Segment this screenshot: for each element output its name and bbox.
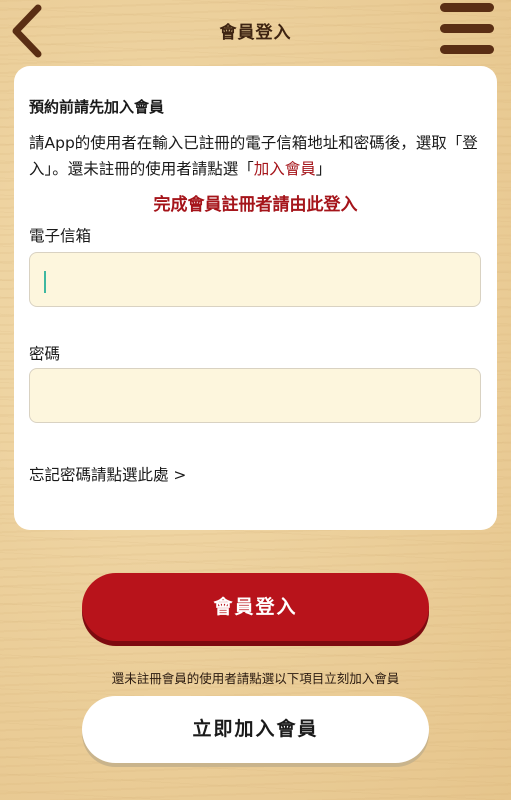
- join-member-button[interactable]: 立即加入會員: [82, 696, 429, 763]
- login-button[interactable]: 會員登入: [82, 573, 429, 641]
- menu-bar: [440, 3, 494, 12]
- menu-bar: [440, 45, 494, 54]
- login-card: 預約前請先加入會員 請App的使用者在輸入已註冊的電子信箱地址和密碼後，選取「登…: [14, 66, 497, 530]
- email-label: 電子信箱: [29, 227, 92, 245]
- app-header: 會員登入: [0, 0, 511, 62]
- card-description: 請App的使用者在輸入已註冊的電子信箱地址和密碼後，選取「登入」。還未註冊的使用…: [29, 130, 484, 182]
- page-title: 會員登入: [219, 23, 292, 43]
- forgot-password-link[interactable]: 忘記密碼請點選此處 >: [29, 463, 186, 485]
- join-hint: 還未註冊會員的使用者請點選以下項目立刻加入會員: [111, 671, 400, 686]
- menu-bar: [440, 24, 494, 33]
- join-member-link[interactable]: 加入會員: [254, 160, 316, 178]
- password-input[interactable]: [29, 368, 481, 423]
- login-notice: 完成會員註冊者請由此登入: [153, 195, 358, 215]
- card-heading: 預約前請先加入會員: [29, 98, 165, 116]
- password-label: 密碼: [29, 345, 61, 363]
- description-suffix: 」: [315, 160, 332, 178]
- text-caret: [44, 271, 46, 293]
- menu-button[interactable]: [438, 3, 496, 57]
- email-input[interactable]: [29, 252, 481, 307]
